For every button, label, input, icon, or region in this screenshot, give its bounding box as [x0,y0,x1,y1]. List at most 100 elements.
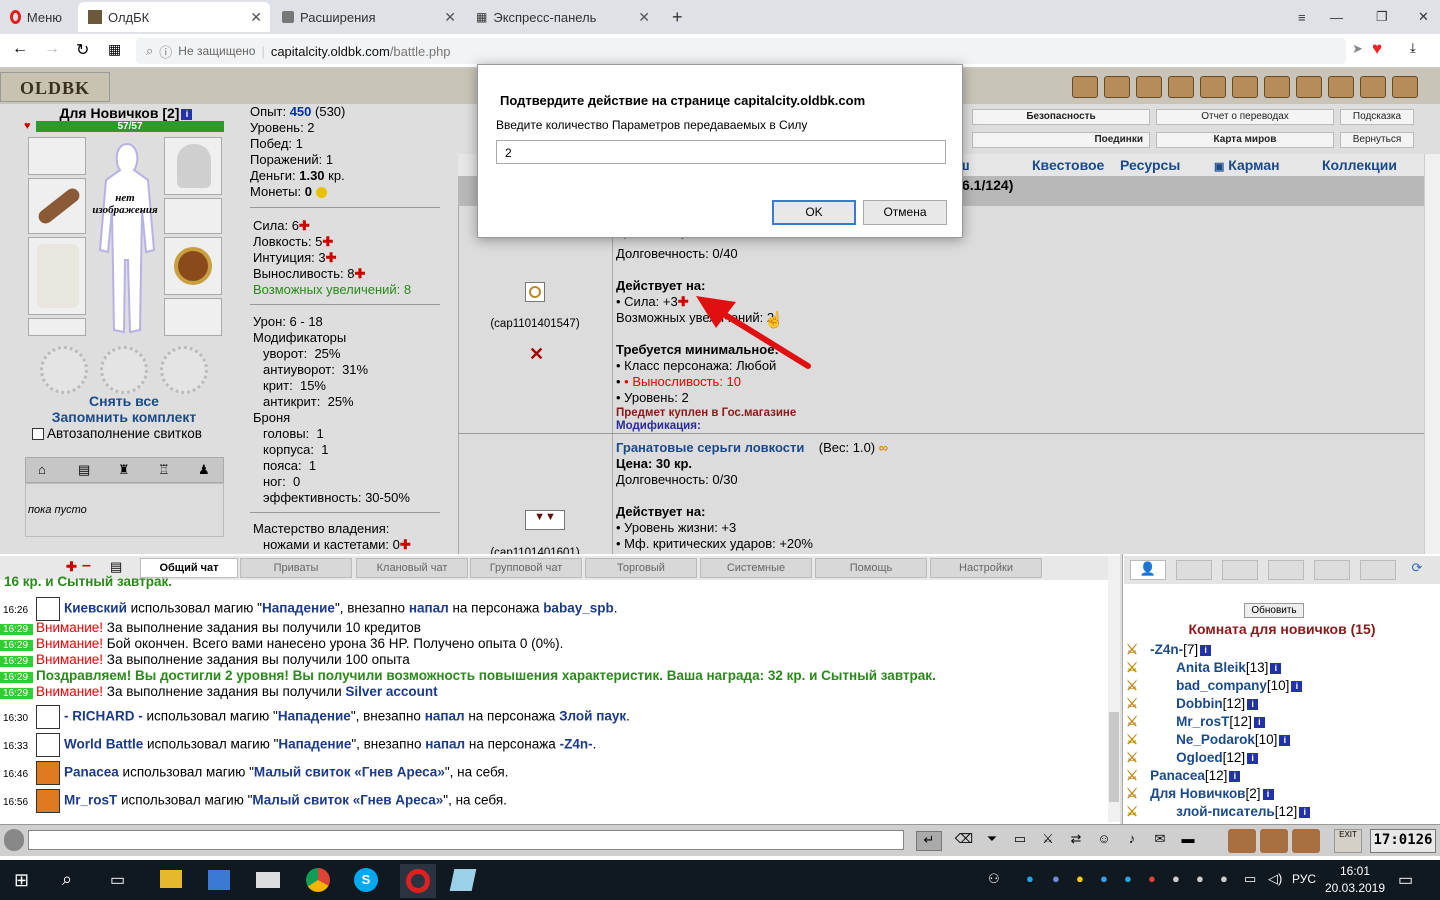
autofill-checkbox[interactable] [32,427,44,440]
target-icon[interactable] [1176,560,1212,580]
info-icon[interactable]: i [181,108,193,120]
refresh-icon[interactable]: ⟳ [1402,560,1432,580]
info-icon[interactable]: i [1253,716,1265,728]
amulet-slot[interactable] [28,137,86,175]
close-tab-icon[interactable]: ✕ [638,9,650,26]
tool-icon[interactable] [1104,76,1130,98]
tool-icon[interactable] [1328,76,1354,98]
user-name[interactable]: Ne_Podarok [1176,732,1255,747]
chat-time[interactable]: 16:29 [0,656,33,667]
boots-slot[interactable] [164,298,222,336]
tray-icon[interactable]: ● [1052,871,1060,886]
user-action-icon[interactable]: ⚔ [1126,678,1138,693]
minimize-icon[interactable]: — [1320,2,1346,32]
rune-slot[interactable] [100,346,148,394]
notifications-icon[interactable]: ▭ [1398,870,1413,890]
user-action-icon[interactable]: ⚔ [1126,804,1138,819]
smile-icon[interactable]: ☺ [1092,831,1116,851]
pawn-icon[interactable]: ♟ [198,462,210,478]
new-tab-icon[interactable]: + [662,2,688,32]
tab-menu-icon[interactable]: ≡ [1288,2,1314,32]
user-action-icon[interactable]: ⚔ [1126,642,1138,657]
user-name[interactable]: Mr_rosT [1176,714,1229,729]
opera-menu-button[interactable]: Меню [0,2,72,32]
opera-taskbar-icon[interactable] [400,864,436,898]
language-indicator[interactable]: РУС [1292,872,1316,886]
character-name[interactable]: Для Новичков [60,105,159,121]
bag-icon[interactable] [1228,829,1256,853]
helmet-slot[interactable] [164,137,222,195]
mail-icon[interactable] [256,872,280,888]
chat-target[interactable]: Злой паук [559,709,626,724]
refresh-button[interactable]: Обновить [1244,603,1304,618]
rings-slot[interactable] [28,318,86,336]
info-icon[interactable]: i [1291,680,1303,692]
menu-item-resources[interactable]: Ресурсы [1120,157,1180,173]
forum-icon[interactable] [1292,829,1320,853]
heart-icon[interactable]: ♥ [1372,39,1382,59]
duels-button[interactable]: Поединки [972,132,1150,148]
tray-icon[interactable]: ● [1026,871,1034,886]
tab-extensions[interactable]: Расширения ✕ [272,2,464,32]
chat-time[interactable]: 16:29 [0,640,33,651]
user-name[interactable]: bad_company [1176,678,1267,693]
tray-icon[interactable]: ● [1220,871,1228,886]
exit-icon[interactable]: EXIT [1334,829,1362,853]
castle-icon[interactable]: ♜ [118,462,130,478]
chat-input[interactable] [28,830,904,850]
plus-icon[interactable]: ✚ [66,559,77,575]
filter-icon[interactable]: ⏷ [980,831,1004,851]
network-icon[interactable]: ▭ [1244,871,1256,887]
user-name[interactable]: Для Новичков [1150,786,1245,801]
reload-icon[interactable]: ↻ [76,40,89,60]
search-icon[interactable]: ⌕ [62,869,72,890]
dialog-input[interactable]: 2 [496,140,946,164]
tab-group-chat[interactable]: Групповой чат [470,558,582,578]
user-name[interactable]: Ogloed [1176,750,1223,765]
chat-target[interactable]: -Z4n- [560,737,593,752]
group-icon[interactable] [1314,560,1350,580]
taskbar-time[interactable]: 16:01 [1326,864,1384,878]
flag-icon[interactable] [1360,560,1396,580]
user-name[interactable]: -Z4n- [1150,642,1183,657]
armor-slot[interactable] [28,237,86,315]
chat-nick[interactable]: - RICHARD - [64,709,143,724]
download-icon[interactable]: ⤓ [1410,40,1416,56]
chat-time[interactable]: 16:33 [0,741,36,752]
info-icon[interactable]: i [1200,644,1212,656]
windows-start-icon[interactable]: ⊞ [14,870,29,891]
chat-time[interactable]: 16:30 [0,713,36,724]
plus-icon[interactable]: ✚ [678,294,689,309]
sound-icon[interactable]: ♪ [1120,831,1144,851]
rune-slot[interactable] [40,346,88,394]
close-window-icon[interactable]: ✕ [1408,2,1434,32]
user-action-icon[interactable]: ⚔ [1126,732,1138,747]
tool-icon[interactable] [1168,76,1194,98]
tool-icon[interactable] [1232,76,1258,98]
chat-time[interactable]: 16:56 [0,797,36,808]
task-view-icon[interactable]: ▭ [110,870,125,890]
close-tab-icon[interactable]: ✕ [250,9,262,26]
chrome-icon[interactable] [306,868,330,892]
tool-icon[interactable] [1200,76,1226,98]
tab-settings[interactable]: Настройки [930,558,1042,578]
chat-time[interactable]: 16:29 [0,624,33,635]
tool-icon[interactable] [1072,76,1098,98]
transfers-report-button[interactable]: Отчет о переводах [1156,109,1334,125]
tab-clan-chat[interactable]: Клановый чат [356,558,468,578]
info-icon[interactable]: i [1262,788,1274,800]
gloves-slot[interactable] [164,198,222,234]
delete-icon[interactable]: ✕ [529,344,544,365]
earrings-item-image[interactable]: ▼▼ [525,510,565,530]
hint-button[interactable]: Подсказка [1340,109,1414,125]
chat-time[interactable]: 16:26 [0,605,36,616]
tab-oldbk[interactable]: ОлдБК ✕ [78,2,270,32]
rune-slot[interactable] [160,346,208,394]
plus-icon[interactable]: ✚ [326,250,337,265]
skype-icon[interactable]: S [354,868,378,892]
world-map-button[interactable]: Карта миров [1156,132,1334,148]
users-icon[interactable]: 👤 [1130,560,1166,580]
gear-icon[interactable] [1260,829,1288,853]
info-icon[interactable]: i [1229,770,1241,782]
url-field[interactable]: ⌕ ⓘ Не защищено | capitalcity.oldbk.com /… [136,38,1346,64]
